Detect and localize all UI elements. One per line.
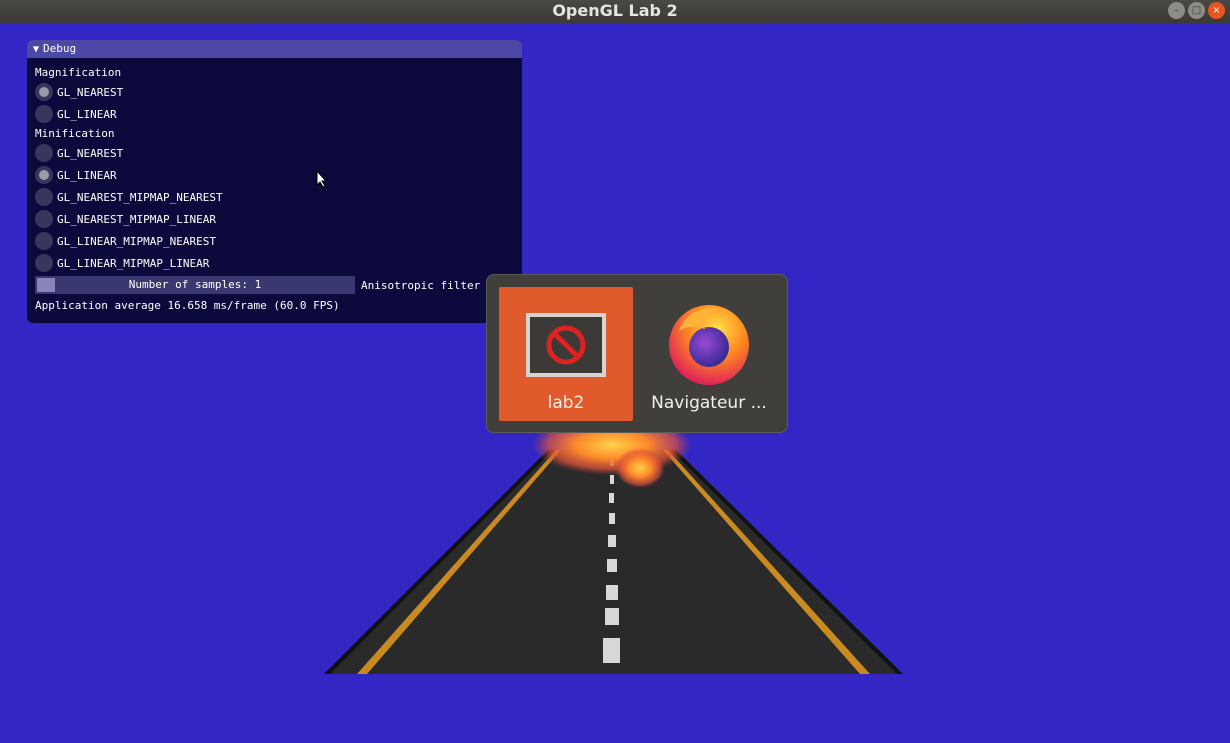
app-label-firefox: Navigateur ... — [651, 393, 767, 413]
anisotropic-label: Anisotropic filter — [361, 279, 481, 292]
min-radio-linear-mipmap-nearest[interactable] — [35, 232, 53, 250]
magnification-label: Magnification — [35, 66, 122, 79]
min-label-nearest: GL_NEAREST — [57, 147, 124, 160]
min-label-linear-mipmap-linear: GL_LINEAR_MIPMAP_LINEAR — [57, 257, 210, 270]
mag-radio-linear[interactable] — [35, 105, 53, 123]
window-title: OpenGL Lab 2 — [552, 1, 678, 20]
min-radio-linear-mipmap-linear[interactable] — [35, 254, 53, 272]
mag-label-linear: GL_LINEAR — [57, 108, 117, 121]
debug-panel: ▼ Debug Magnification GL_NEAREST GL_LINEA… — [27, 40, 522, 323]
app-label-lab2: lab2 — [547, 393, 585, 413]
min-radio-nearest-mipmap-nearest[interactable] — [35, 188, 53, 206]
mag-radio-nearest[interactable] — [35, 83, 53, 101]
min-label-linear: GL_LINEAR — [57, 169, 117, 182]
mag-label-nearest: GL_NEAREST — [57, 86, 124, 99]
collapse-arrow-icon[interactable]: ▼ — [33, 44, 39, 55]
unavailable-app-icon — [526, 313, 606, 377]
min-label-nearest-mipmap-linear: GL_NEAREST_MIPMAP_LINEAR — [57, 213, 216, 226]
samples-slider[interactable]: Number of samples: 1 — [35, 276, 355, 294]
firefox-icon — [669, 305, 749, 385]
min-label-linear-mipmap-nearest: GL_LINEAR_MIPMAP_NEAREST — [57, 235, 216, 248]
min-label-nearest-mipmap-nearest: GL_NEAREST_MIPMAP_NEAREST — [57, 191, 223, 204]
min-radio-linear[interactable] — [35, 166, 53, 184]
close-button[interactable]: × — [1208, 2, 1225, 19]
app-switcher: lab2 Navigateur ... — [486, 274, 788, 433]
min-radio-nearest[interactable] — [35, 144, 53, 162]
samples-slider-text: Number of samples: 1 — [128, 278, 262, 291]
slider-grab-handle[interactable] — [37, 278, 55, 292]
minification-label: Minification — [35, 127, 115, 140]
minimize-button[interactable]: – — [1168, 2, 1185, 19]
fps-text: Application average 16.658 ms/frame (60.… — [35, 299, 340, 312]
min-radio-nearest-mipmap-linear[interactable] — [35, 210, 53, 228]
mouse-cursor-icon — [316, 169, 328, 192]
maximize-button[interactable]: □ — [1188, 2, 1205, 19]
app-switcher-item-firefox[interactable]: Navigateur ... — [642, 287, 776, 421]
debug-header[interactable]: ▼ Debug — [27, 40, 522, 58]
app-switcher-item-lab2[interactable]: lab2 — [499, 287, 633, 421]
window-titlebar: OpenGL Lab 2 – □ × — [0, 0, 1230, 23]
